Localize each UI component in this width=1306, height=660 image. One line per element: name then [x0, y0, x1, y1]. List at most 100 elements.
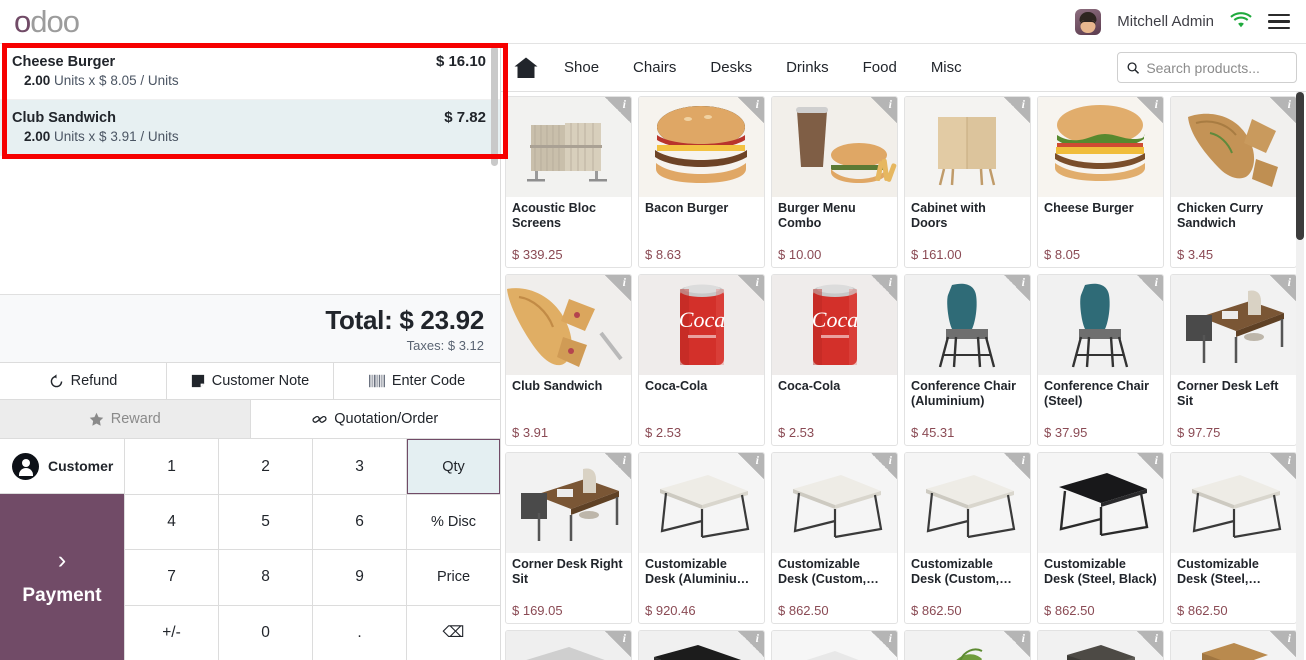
product-card[interactable]: Chicken Curry Sandwich $ 3.45: [1170, 96, 1297, 268]
product-card[interactable]: Conference Chair (Steel) $ 37.95: [1037, 274, 1164, 446]
product-info-icon[interactable]: [738, 453, 764, 479]
odoo-logo[interactable]: odoo: [14, 6, 80, 37]
product-card[interactable]: Coca Coca-Cola $ 2.53: [771, 274, 898, 446]
product-info-icon[interactable]: [1270, 275, 1296, 301]
product-body: Chicken Curry Sandwich $ 3.45: [1171, 197, 1296, 267]
orderline-unitprice: Units x $ 3.91 / Units: [54, 129, 179, 144]
products-scroll-area[interactable]: Acoustic Bloc Screens $ 339.25 Bacon Burge…: [501, 92, 1306, 660]
product-card[interactable]: Corner Desk Right Sit $ 169.05: [505, 452, 632, 624]
avatar[interactable]: [1075, 8, 1102, 35]
hamburger-menu-icon[interactable]: [1268, 13, 1290, 30]
customer-note-button[interactable]: Customer Note: [167, 362, 334, 400]
customer-button[interactable]: Customer: [0, 439, 124, 495]
product-card[interactable]: Customizable Desk (Custom, White) $ 862.5…: [771, 452, 898, 624]
product-card[interactable]: Conference Chair (Aluminium) $ 45.31: [904, 274, 1031, 446]
numpad-key-4[interactable]: 4: [125, 494, 218, 550]
product-info-icon[interactable]: [738, 275, 764, 301]
product-info-icon[interactable]: [1137, 97, 1163, 123]
category-food[interactable]: Food: [846, 59, 914, 76]
product-info-icon[interactable]: [1004, 453, 1030, 479]
product-card[interactable]: [1170, 630, 1297, 660]
product-card[interactable]: Coca Coca-Cola $ 2.53: [638, 274, 765, 446]
orderline-row[interactable]: Cheese Burger $ 16.10 2.00 Units x $ 8.0…: [0, 44, 500, 100]
home-icon[interactable]: [505, 47, 547, 89]
product-card[interactable]: [505, 630, 632, 660]
product-card[interactable]: Burger Menu Combo $ 10.00: [771, 96, 898, 268]
product-image: [1171, 97, 1296, 197]
product-card[interactable]: Customizable Desk (Steel, White) $ 862.50: [1170, 452, 1297, 624]
product-info-icon[interactable]: [1270, 97, 1296, 123]
product-card[interactable]: [904, 630, 1031, 660]
numpad-key-8[interactable]: 8: [219, 550, 312, 605]
product-info-icon[interactable]: [605, 97, 631, 123]
product-info-icon[interactable]: [605, 275, 631, 301]
category-misc[interactable]: Misc: [914, 59, 979, 76]
product-body: Club Sandwich $ 3.91: [506, 375, 631, 445]
product-card[interactable]: Club Sandwich $ 3.91: [505, 274, 632, 446]
product-info-icon[interactable]: [1137, 275, 1163, 301]
payment-button[interactable]: › Payment: [0, 494, 124, 660]
numpad-key-plusminus[interactable]: +/-: [125, 605, 218, 660]
product-info-icon[interactable]: [1004, 97, 1030, 123]
category-desks[interactable]: Desks: [693, 59, 769, 76]
product-image: [905, 453, 1030, 553]
product-info-icon[interactable]: [1137, 631, 1163, 657]
product-card[interactable]: Cabinet with Doors $ 161.00: [904, 96, 1031, 268]
product-card[interactable]: [1037, 630, 1164, 660]
enter-code-button[interactable]: Enter Code: [334, 362, 500, 400]
product-card[interactable]: Corner Desk Left Sit $ 97.75: [1170, 274, 1297, 446]
product-card[interactable]: Customizable Desk (Custom, Black) $ 862.5…: [904, 452, 1031, 624]
product-info-icon[interactable]: [738, 97, 764, 123]
numpad-key-2[interactable]: 2: [219, 439, 312, 494]
refund-button[interactable]: Refund: [0, 362, 167, 400]
numpad-key-7[interactable]: 7: [125, 550, 218, 605]
search-input[interactable]: [1146, 59, 1287, 76]
numpad-key-discount[interactable]: % Disc: [407, 494, 500, 550]
reward-button[interactable]: Reward: [0, 400, 251, 439]
numpad-key-1[interactable]: 1: [125, 439, 218, 494]
category-drinks[interactable]: Drinks: [769, 59, 846, 76]
numpad-key-3[interactable]: 3: [313, 439, 406, 494]
numpad-key-price[interactable]: Price: [407, 550, 500, 605]
numpad-key-0[interactable]: 0: [219, 605, 312, 660]
numpad-key-5[interactable]: 5: [219, 494, 312, 550]
product-info-icon[interactable]: [1004, 275, 1030, 301]
category-chairs[interactable]: Chairs: [616, 59, 693, 76]
product-info-icon[interactable]: [871, 631, 897, 657]
product-info-icon[interactable]: [871, 275, 897, 301]
orderlines-scrollbar[interactable]: [491, 46, 498, 166]
product-card[interactable]: Bacon Burger $ 8.63: [638, 96, 765, 268]
product-info-icon[interactable]: [1270, 453, 1296, 479]
product-card[interactable]: Acoustic Bloc Screens $ 339.25: [505, 96, 632, 268]
product-price: $ 2.53: [645, 425, 682, 440]
orderline-row[interactable]: Club Sandwich $ 7.82 2.00 Units x $ 3.91…: [0, 100, 500, 156]
product-card[interactable]: Customizable Desk (Steel, Black) $ 862.50: [1037, 452, 1164, 624]
product-info-icon[interactable]: [605, 631, 631, 657]
product-card[interactable]: Customizable Desk (Aluminium, White) $ 92…: [638, 452, 765, 624]
quotation-order-button[interactable]: Quotation/Order: [250, 400, 500, 439]
star-icon: [89, 412, 104, 426]
products-scrollbar-thumb[interactable]: [1296, 92, 1304, 240]
numpad-key-9[interactable]: 9: [313, 550, 406, 605]
search-box[interactable]: [1117, 52, 1297, 83]
product-card[interactable]: Cheese Burger $ 8.05: [1037, 96, 1164, 268]
product-card[interactable]: [638, 630, 765, 660]
product-info-icon[interactable]: [738, 631, 764, 657]
product-body: Burger Menu Combo $ 10.00: [772, 197, 897, 267]
product-info-icon[interactable]: [1270, 631, 1296, 657]
product-info-icon[interactable]: [1137, 453, 1163, 479]
product-info-icon[interactable]: [1004, 631, 1030, 657]
numpad-key-6[interactable]: 6: [313, 494, 406, 550]
product-info-icon[interactable]: [871, 453, 897, 479]
numpad-key-qty[interactable]: Qty: [407, 439, 500, 494]
product-image: [1038, 275, 1163, 375]
category-shoe[interactable]: Shoe: [547, 59, 616, 76]
product-info-icon[interactable]: [871, 97, 897, 123]
numpad-key-backspace[interactable]: ⌫: [407, 605, 500, 660]
numpad-key-decimal[interactable]: .: [313, 605, 406, 660]
product-info-icon[interactable]: [605, 453, 631, 479]
refund-icon: [50, 373, 62, 387]
product-price: $ 862.50: [1044, 603, 1095, 618]
product-card[interactable]: [771, 630, 898, 660]
wifi-icon[interactable]: [1230, 11, 1252, 33]
